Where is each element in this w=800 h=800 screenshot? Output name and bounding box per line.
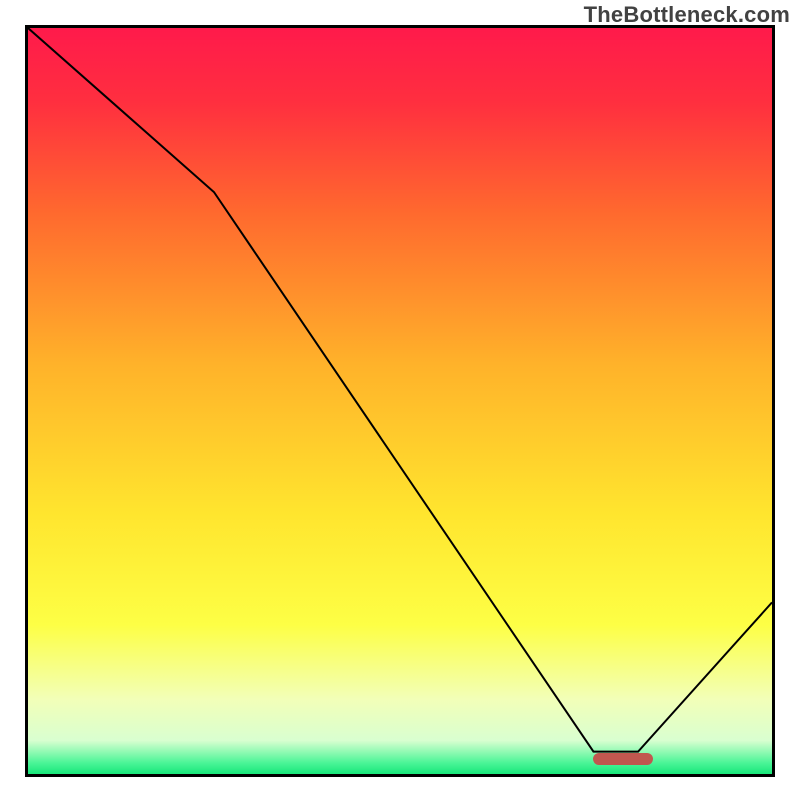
background-gradient	[28, 28, 772, 774]
chart-frame: TheBottleneck.com	[0, 0, 800, 800]
plot-area	[25, 25, 775, 777]
optimal-marker	[593, 753, 653, 765]
